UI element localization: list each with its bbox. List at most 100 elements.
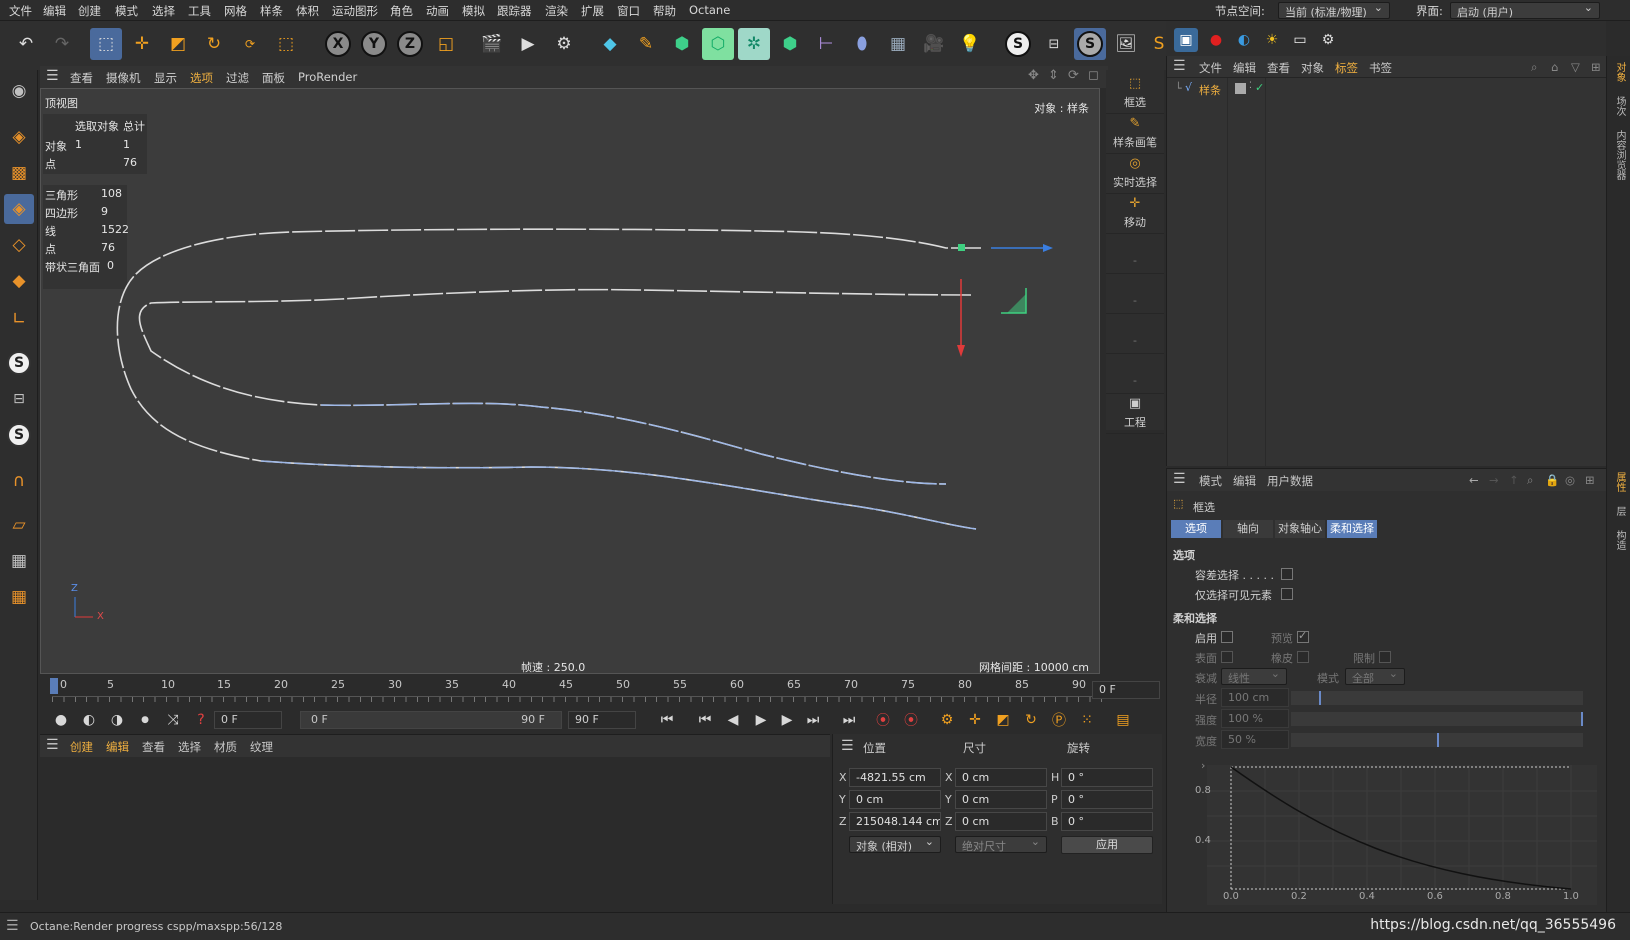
menu-mesh[interactable]: 网格 [224, 3, 247, 19]
workplane-icon[interactable]: ▱ [4, 510, 34, 540]
octane-s-icon[interactable]: S [4, 420, 34, 450]
cloner-icon[interactable]: ✲ [738, 28, 770, 60]
vp-menu-prorender[interactable]: ProRender [298, 70, 357, 84]
lock-icon[interactable]: 🔒 [1545, 473, 1559, 487]
start-frame-field[interactable]: 0 F [214, 711, 282, 729]
menu-edit[interactable]: 编辑 [43, 3, 66, 19]
target-icon[interactable]: ◎ [1565, 473, 1575, 487]
strength-field[interactable]: 100 % [1221, 709, 1289, 728]
next-frame-icon[interactable]: ▶ [776, 710, 798, 730]
menu-tracker[interactable]: 跟踪器 [497, 3, 532, 19]
extrude-icon[interactable]: ⬡ [702, 28, 734, 60]
size-mode-dropdown[interactable]: 绝对尺寸 [955, 835, 1047, 853]
empty-slot[interactable]: - [1106, 234, 1164, 274]
selected-point[interactable] [958, 244, 965, 251]
spline-canvas[interactable] [41, 89, 1101, 675]
search-icon[interactable]: ⌕ [1531, 60, 1537, 75]
radius-field[interactable]: 100 cm [1221, 688, 1289, 707]
new-window-icon[interactable]: ⊞ [1591, 60, 1601, 74]
mat-menu-create[interactable]: 创建 [70, 739, 93, 755]
tab-layers[interactable]: 层 [1612, 506, 1627, 516]
octane-camera-icon[interactable]: ● [1204, 28, 1228, 52]
lock-workplane-icon[interactable]: ▦ [4, 546, 34, 576]
floor-icon[interactable]: ▦ [882, 28, 914, 60]
am-menu-mode[interactable]: 模式 [1199, 473, 1222, 489]
om-menu-object[interactable]: 对象 [1301, 60, 1324, 76]
mograph-icon[interactable]: ⬢ [774, 28, 806, 60]
menu-spline[interactable]: 样条 [260, 3, 283, 19]
model-mode-icon[interactable]: ◈ [4, 122, 34, 152]
blend-icon[interactable]: ● [134, 710, 156, 730]
move-tool[interactable]: ✛ 移动 [1106, 194, 1164, 234]
points-mode-icon[interactable]: ◈ [4, 194, 34, 224]
tab-object-axis[interactable]: 对象轴心 [1275, 520, 1325, 538]
nav-move-icon[interactable]: ✥ [1028, 68, 1039, 83]
ball-icon[interactable]: ● [50, 710, 72, 730]
keyframe-selection-icon[interactable]: ⚙ [936, 710, 958, 730]
undo-icon[interactable]: ↶ [10, 28, 42, 60]
layer-icon[interactable] [1235, 83, 1246, 94]
octane-live-viewer-icon[interactable]: ▣ [1174, 28, 1198, 52]
mat-menu-texture[interactable]: 纹理 [250, 739, 273, 755]
rot-p-field[interactable]: 0 ° [1061, 790, 1153, 809]
prev-frame-icon[interactable]: ◀ [722, 710, 744, 730]
help-icon[interactable]: ? [190, 710, 212, 730]
key-pla-icon[interactable]: ⁙ [1076, 710, 1098, 730]
octane-tree-icon[interactable]: ⊟ [4, 384, 34, 414]
texture-mode-icon[interactable]: ▩ [4, 158, 34, 188]
tolerance-checkbox[interactable] [1281, 568, 1293, 580]
back-arrow-icon[interactable]: ← [1469, 473, 1479, 487]
menu-mode[interactable]: 模式 [115, 3, 138, 19]
pos-z-field[interactable]: 215048.144 cm [849, 812, 941, 831]
visible-only-checkbox[interactable] [1281, 588, 1293, 600]
vp-menu-display[interactable]: 显示 [154, 70, 177, 86]
up-arrow-icon[interactable]: ↑ [1509, 473, 1519, 487]
enable-checkbox[interactable] [1221, 631, 1233, 643]
cube-icon[interactable]: ◆ [594, 28, 626, 60]
menu-octane[interactable]: Octane [689, 3, 730, 17]
object-manager[interactable]: ☰ 文件 编辑 查看 对象 标签 书签 ⌕ ⌂ ▽ ⊞ └ √ 样条 ⁚ ✓ [1166, 56, 1607, 466]
octane-material-icon[interactable]: ◐ [1232, 28, 1256, 52]
move-icon[interactable]: ✛ [126, 28, 158, 60]
go-to-start-icon[interactable]: ⏮ [656, 710, 678, 730]
node-space-dropdown[interactable]: 当前 (标准/物理) [1278, 1, 1390, 19]
timeline-ruler[interactable]: 0 5 10 15 20 25 30 35 40 45 50 55 60 65 … [40, 676, 1160, 706]
deformer-icon[interactable]: ⊢ [810, 28, 842, 60]
preview-checkbox[interactable] [1297, 629, 1309, 643]
search-icon[interactable]: ⌕ [1527, 473, 1533, 488]
rubber-checkbox[interactable] [1297, 651, 1309, 663]
maximize-view-icon[interactable]: ◻ [1088, 68, 1099, 83]
hamburger-icon[interactable]: ☰ [46, 68, 59, 84]
material-manager[interactable]: ☰ 创建 编辑 查看 选择 材质 纹理 [40, 734, 830, 904]
pen-icon[interactable]: ✎ [630, 28, 662, 60]
mat-menu-edit[interactable]: 编辑 [106, 739, 129, 755]
key-parameter-icon[interactable]: Ⓟ [1048, 710, 1070, 730]
psr-icon[interactable]: ⟳ [234, 28, 266, 60]
make-editable-icon[interactable]: ◉ [4, 76, 34, 106]
octane-settings-icon[interactable]: ⚙ [1316, 28, 1340, 52]
octane-sun-icon[interactable]: ☀ [1260, 28, 1284, 52]
rotate-icon[interactable]: ↻ [198, 28, 230, 60]
pos-y-field[interactable]: 0 cm [849, 790, 941, 809]
menu-animate[interactable]: 动画 [426, 3, 449, 19]
size-y-field[interactable]: 0 cm [955, 790, 1047, 809]
field-icon[interactable]: ⬮ [846, 28, 878, 60]
play-icon[interactable]: ▶ [750, 710, 772, 730]
expand-chevron-icon[interactable]: › [1201, 759, 1205, 772]
scale-icon[interactable]: ◩ [162, 28, 194, 60]
axis-x-arrow-icon[interactable] [1043, 244, 1053, 252]
mode-dropdown[interactable]: 全部 [1345, 667, 1405, 685]
redo-icon[interactable]: ↷ [46, 28, 78, 60]
menu-help[interactable]: 帮助 [653, 3, 676, 19]
tab-attributes[interactable]: 属性 [1612, 472, 1627, 492]
hamburger-icon[interactable]: ☰ [841, 738, 854, 754]
spline-pen-tool[interactable]: ✎ 样条画笔 [1106, 114, 1164, 154]
camera-icon[interactable]: 🎥 [918, 28, 950, 60]
slider-thumb[interactable] [1581, 712, 1583, 726]
size-z-field[interactable]: 0 cm [955, 812, 1047, 831]
prev-key-icon[interactable]: ⏮ [694, 710, 716, 730]
hamburger-icon[interactable]: ☰ [1173, 471, 1186, 487]
menu-simulate[interactable]: 模拟 [462, 3, 485, 19]
tab-axis[interactable]: 轴向 [1223, 520, 1273, 538]
viewport-top[interactable]: 顶视图 对象 : 样条 选取对象 总计 对象 1 1 点 76 三角形 108 … [40, 88, 1100, 674]
